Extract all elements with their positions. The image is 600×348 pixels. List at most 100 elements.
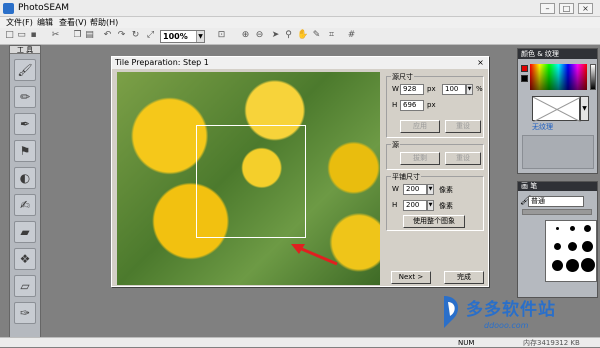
grid-icon[interactable]: #: [346, 30, 357, 41]
source-copy-group: 源 拔剩 重设: [386, 140, 484, 170]
tile-width-input[interactable]: 200: [403, 184, 427, 195]
fill-tool-icon[interactable]: ▰: [14, 221, 36, 243]
pencil-tool-icon[interactable]: ✏: [14, 86, 36, 108]
menu-edit[interactable]: 编辑: [37, 17, 53, 28]
source-height-label: H: [392, 101, 398, 109]
tools-panel: 工 具 🖌 ✏ ✒ ⚑ ◐ ✍ ▰ ❖ ▱ ✑: [9, 45, 41, 341]
tile-preparation-dialog: Tile Preparation: Step 1 × 源尺寸 W 928 px …: [111, 56, 489, 287]
hand-icon[interactable]: ✋: [297, 30, 308, 41]
crop-icon[interactable]: ⌗: [326, 30, 337, 41]
source-percent-input[interactable]: 100: [442, 84, 466, 95]
chevron-down-icon[interactable]: ▼: [466, 84, 473, 95]
source-height-input[interactable]: 696: [400, 100, 424, 111]
zoom-select[interactable]: 100% ▼: [160, 30, 205, 43]
redo-icon[interactable]: ↷: [116, 30, 127, 41]
brush-tip-grid[interactable]: [545, 220, 597, 282]
maximize-button[interactable]: □: [559, 3, 574, 14]
app-icon: [3, 3, 14, 14]
texture-label: 无纹理: [532, 123, 553, 131]
tile-size-label: 平铺尺寸: [391, 172, 421, 182]
brush-mode-select[interactable]: 普通: [528, 196, 584, 207]
brightness-slider[interactable]: [590, 64, 596, 90]
new-file-icon[interactable]: □: [4, 30, 15, 41]
title-bar: PhotoSEAM – □ ×: [0, 0, 600, 17]
source-size-group: 源尺寸 W 928 px 100 ▼ % H 696 px 应用 重设: [386, 72, 484, 138]
palette-tool-icon[interactable]: ◐: [14, 167, 36, 189]
source-width-label: W: [392, 85, 399, 93]
pointer-icon[interactable]: ➤: [270, 30, 281, 41]
chevron-down-icon[interactable]: ▼: [427, 200, 434, 211]
open-folder-icon[interactable]: ▭: [16, 30, 27, 41]
preview-image: [117, 72, 380, 285]
save-icon[interactable]: ▪: [28, 30, 39, 41]
watermark-name: 多多软件站: [466, 300, 556, 320]
chevron-down-icon[interactable]: ▼: [580, 96, 589, 121]
menu-view[interactable]: 查看(V): [59, 17, 87, 28]
texture-preview[interactable]: [532, 96, 582, 123]
brush-panel: 画 笔 🖌 普通: [517, 181, 598, 298]
close-icon[interactable]: ×: [476, 59, 485, 67]
source-percent-unit: %: [476, 85, 483, 93]
color-texture-panel: 颜色 & 纹理 ▼ 无纹理: [517, 48, 598, 174]
chevron-down-icon: ▼: [196, 31, 204, 42]
fit-icon[interactable]: ⤢: [145, 30, 156, 41]
tools-panel-title: 工 具: [10, 46, 40, 54]
tile-height-unit: 像素: [439, 202, 453, 210]
history-icon[interactable]: ↻: [130, 30, 141, 41]
pen-tool-icon[interactable]: ✑: [14, 302, 36, 324]
zoom-out-icon[interactable]: ⊖: [254, 30, 265, 41]
menu-help[interactable]: 帮助(H): [90, 17, 118, 28]
watermark-logo-icon: [444, 296, 459, 328]
eraser-tool-icon[interactable]: ▱: [14, 275, 36, 297]
stamp-tool-icon[interactable]: ⚑: [14, 140, 36, 162]
copy-button[interactable]: 拔剩: [400, 152, 440, 165]
tile-width-unit: 像素: [439, 186, 453, 194]
tile-height-input[interactable]: 200: [403, 200, 427, 211]
source-reset-button[interactable]: 重设: [445, 120, 481, 133]
texture-options: [522, 135, 594, 169]
zoom-value: 100%: [163, 32, 188, 41]
tile-selection-rect[interactable]: [196, 125, 306, 238]
source-width-unit: px: [427, 85, 436, 93]
source-height-unit: px: [427, 101, 436, 109]
zoom-fit-icon[interactable]: ⊡: [216, 30, 227, 41]
tile-size-group: 平铺尺寸 W 200 ▼ 像素 H 200 ▼ 像素 使用整个图象: [386, 172, 484, 231]
color-spectrum[interactable]: [530, 64, 587, 90]
status-bar: NUM 内存3419312 KB: [0, 337, 600, 347]
copy-reset-button[interactable]: 重设: [445, 152, 481, 165]
undo-icon[interactable]: ↶: [102, 30, 113, 41]
toolbar: □ ▭ ▪ ✂ ❐ ▤ ↶ ↷ ↻ ⤢ 100% ▼ ⊡ ⊕ ⊖ ➤ ⚲ ✋ ✎…: [0, 28, 600, 45]
watermark-url: ddooo.com: [484, 321, 529, 330]
clone-tool-icon[interactable]: ❖: [14, 248, 36, 270]
airbrush-tool-icon[interactable]: ✒: [14, 113, 36, 135]
smudge-tool-icon[interactable]: ✍: [14, 194, 36, 216]
brush-panel-title: 画 笔: [518, 182, 597, 191]
chevron-down-icon[interactable]: ▼: [427, 184, 434, 195]
menu-bar: 文件(F) 编辑 查看(V) 帮助(H): [0, 17, 600, 28]
magnifier-icon[interactable]: ⚲: [283, 30, 294, 41]
next-button[interactable]: Next >: [391, 271, 431, 284]
menu-file[interactable]: 文件(F): [6, 17, 33, 28]
color-panel-title: 颜色 & 纹理: [518, 49, 597, 59]
use-whole-image-button[interactable]: 使用整个图象: [403, 215, 465, 228]
source-width-input[interactable]: 928: [400, 84, 424, 95]
no-texture-icon: [532, 96, 582, 123]
copy-icon[interactable]: ❐: [72, 30, 83, 41]
tile-height-label: H: [392, 201, 398, 209]
paste-icon[interactable]: ▤: [84, 30, 95, 41]
background-color-swatch[interactable]: [521, 75, 528, 82]
eyedropper-icon[interactable]: ✎: [311, 30, 322, 41]
apply-button[interactable]: 应用: [400, 120, 440, 133]
window-title: PhotoSEAM: [18, 3, 69, 13]
zoom-in-icon[interactable]: ⊕: [240, 30, 251, 41]
close-button[interactable]: ×: [578, 3, 593, 14]
minimize-button[interactable]: –: [540, 3, 555, 14]
tile-width-label: W: [392, 185, 399, 193]
brush-tool-icon[interactable]: 🖌: [14, 59, 36, 81]
red-arrow-annotation: [291, 244, 338, 266]
cut-icon[interactable]: ✂: [50, 30, 61, 41]
finish-button[interactable]: 完成: [444, 271, 484, 284]
brush-size-slider[interactable]: [522, 209, 592, 215]
source-copy-label: 源: [391, 140, 400, 150]
foreground-color-swatch[interactable]: [521, 65, 528, 72]
